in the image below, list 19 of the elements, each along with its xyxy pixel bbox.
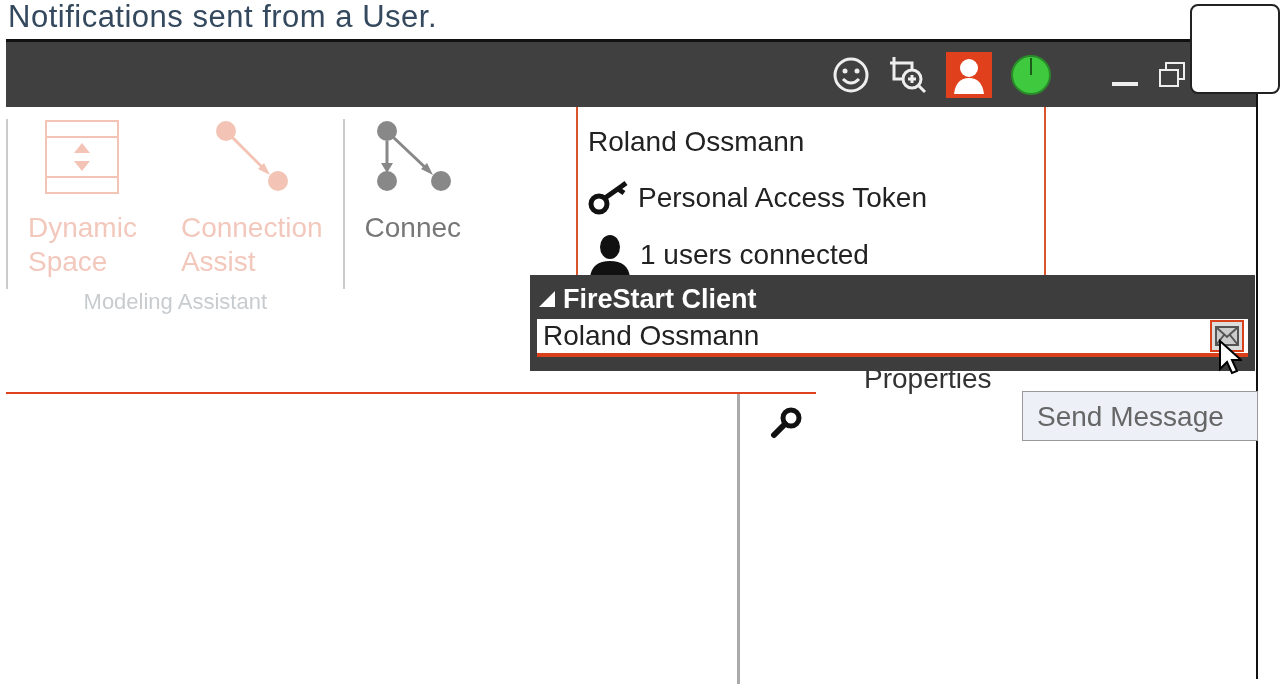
user-button[interactable] — [946, 51, 992, 98]
zoom-crop-icon[interactable] — [888, 54, 928, 95]
user-name: Roland Ossmann — [588, 125, 806, 159]
send-message-button[interactable] — [1210, 320, 1244, 352]
panel-title: FireStart Client — [563, 283, 757, 316]
clock-icon[interactable] — [1010, 53, 1052, 96]
expand-icon[interactable] — [537, 289, 557, 309]
tooltip: Send Message — [1022, 391, 1258, 441]
ribbon-button[interactable]: Connec — [364, 119, 462, 245]
menu-item[interactable]: Personal Access Token — [638, 177, 927, 219]
user-icon — [588, 233, 632, 277]
key-icon — [588, 181, 630, 215]
menu-item[interactable]: 1 users connected — [640, 234, 869, 276]
smiley-icon[interactable] — [832, 55, 870, 94]
user-name: Roland Ossmann — [543, 319, 760, 353]
dynamic-space-icon — [44, 119, 121, 195]
search-icon[interactable] — [770, 406, 804, 440]
caption: Notifications sent from a User. — [7, 0, 438, 36]
restore-icon[interactable] — [1158, 60, 1186, 89]
